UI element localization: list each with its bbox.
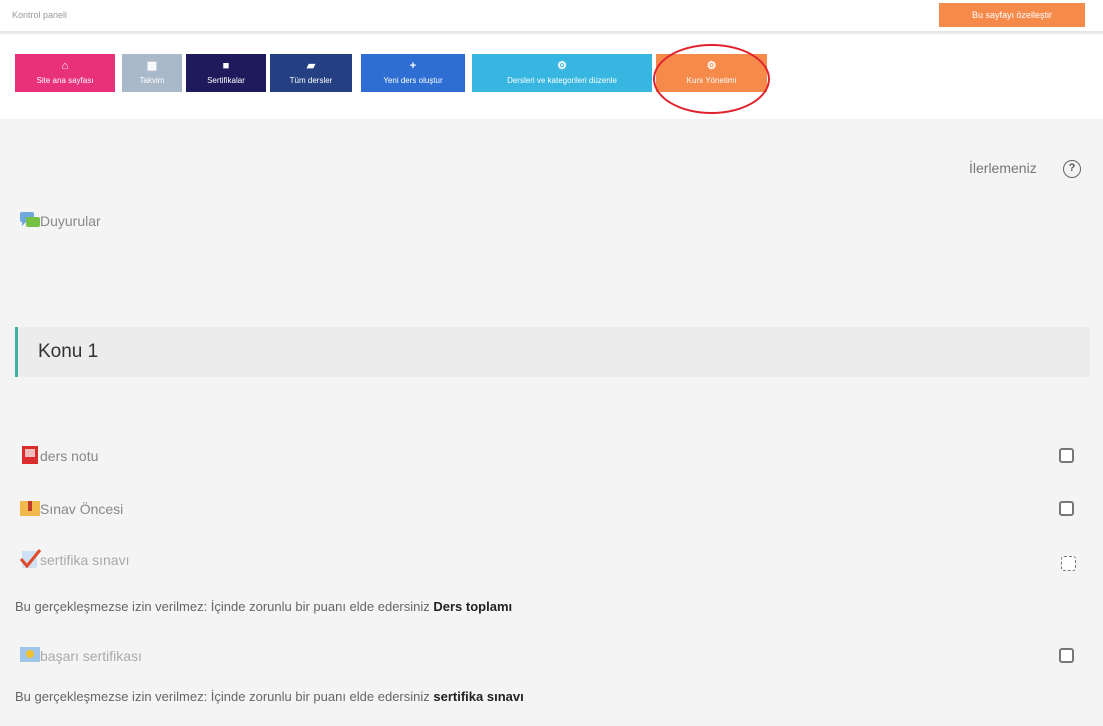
certificates-button[interactable]: ■ Sertifikalar: [186, 54, 266, 92]
activity-label: başarı sertifikası: [40, 648, 142, 664]
completion-checkbox[interactable]: [1059, 448, 1074, 463]
completion-checkbox[interactable]: [1059, 501, 1074, 516]
all-courses-label: Tüm dersler: [289, 76, 333, 85]
quiz-icon: [19, 549, 42, 569]
restriction-text: Bu gerçekleşmezse izin verilmez: İçinde …: [15, 689, 434, 704]
site-home-button[interactable]: ⌂ Site ana sayfası: [15, 54, 115, 92]
certificate-icon: [20, 647, 40, 662]
restriction-target: Ders toplamı: [433, 599, 513, 614]
highlight-annotation: [653, 44, 770, 114]
section-title: Konu 1: [38, 341, 99, 362]
restriction-note: Bu gerçekleşmezse izin verilmez: İçinde …: [15, 689, 524, 704]
restriction-note: Bu gerçekleşmezse izin verilmez: İçinde …: [15, 599, 512, 614]
certificates-label: Sertifikalar: [207, 76, 245, 85]
progress-label: İlerlemeniz: [969, 160, 1037, 176]
book-icon: ▰: [306, 60, 316, 72]
completion-checkbox[interactable]: [1059, 648, 1074, 663]
all-courses-button[interactable]: ▰ Tüm dersler: [270, 54, 352, 92]
completion-checkbox[interactable]: [1061, 556, 1076, 571]
manage-courses-categories-label: Dersleri ve kategorileri düzenle: [507, 76, 617, 85]
forum-icon: [20, 212, 40, 227]
plus-icon: +: [409, 60, 417, 72]
cogs-icon: ⚙: [557, 60, 567, 72]
pdf-icon: [22, 446, 38, 464]
help-icon[interactable]: ?: [1063, 160, 1081, 178]
restriction-target: sertifika sınavı: [433, 689, 524, 704]
activity-label: ders notu: [40, 448, 99, 464]
bookmark-icon: ■: [222, 60, 230, 72]
dashboard-nav: ⌂ Site ana sayfası ▦ Takvim ■ Sertifikal…: [0, 35, 1103, 119]
calendar-button[interactable]: ▦ Takvim: [122, 54, 182, 92]
home-icon: ⌂: [61, 60, 69, 72]
folder-icon: [20, 501, 40, 516]
activity-label: Sınav Öncesi: [40, 501, 124, 517]
new-course-button[interactable]: + Yeni ders oluştur: [361, 54, 465, 92]
restriction-text: Bu gerçekleşmezse izin verilmez: İçinde …: [15, 599, 434, 614]
manage-courses-categories-button[interactable]: ⚙ Dersleri ve kategorileri düzenle: [472, 54, 652, 92]
breadcrumb[interactable]: Kontrol paneli: [12, 10, 67, 20]
new-course-label: Yeni ders oluştur: [383, 76, 443, 85]
customize-page-button[interactable]: Bu sayfayı özelleştir: [939, 3, 1085, 27]
activity-label: sertifika sınavı: [40, 552, 130, 568]
section-header: Konu 1: [15, 327, 1090, 377]
calendar-icon: ▦: [146, 60, 158, 72]
announcements-label: Duyurular: [40, 213, 101, 229]
top-bar: Kontrol paneli Bu sayfayı özelleştir: [0, 0, 1103, 33]
calendar-label: Takvim: [139, 76, 165, 85]
site-home-label: Site ana sayfası: [36, 76, 94, 85]
